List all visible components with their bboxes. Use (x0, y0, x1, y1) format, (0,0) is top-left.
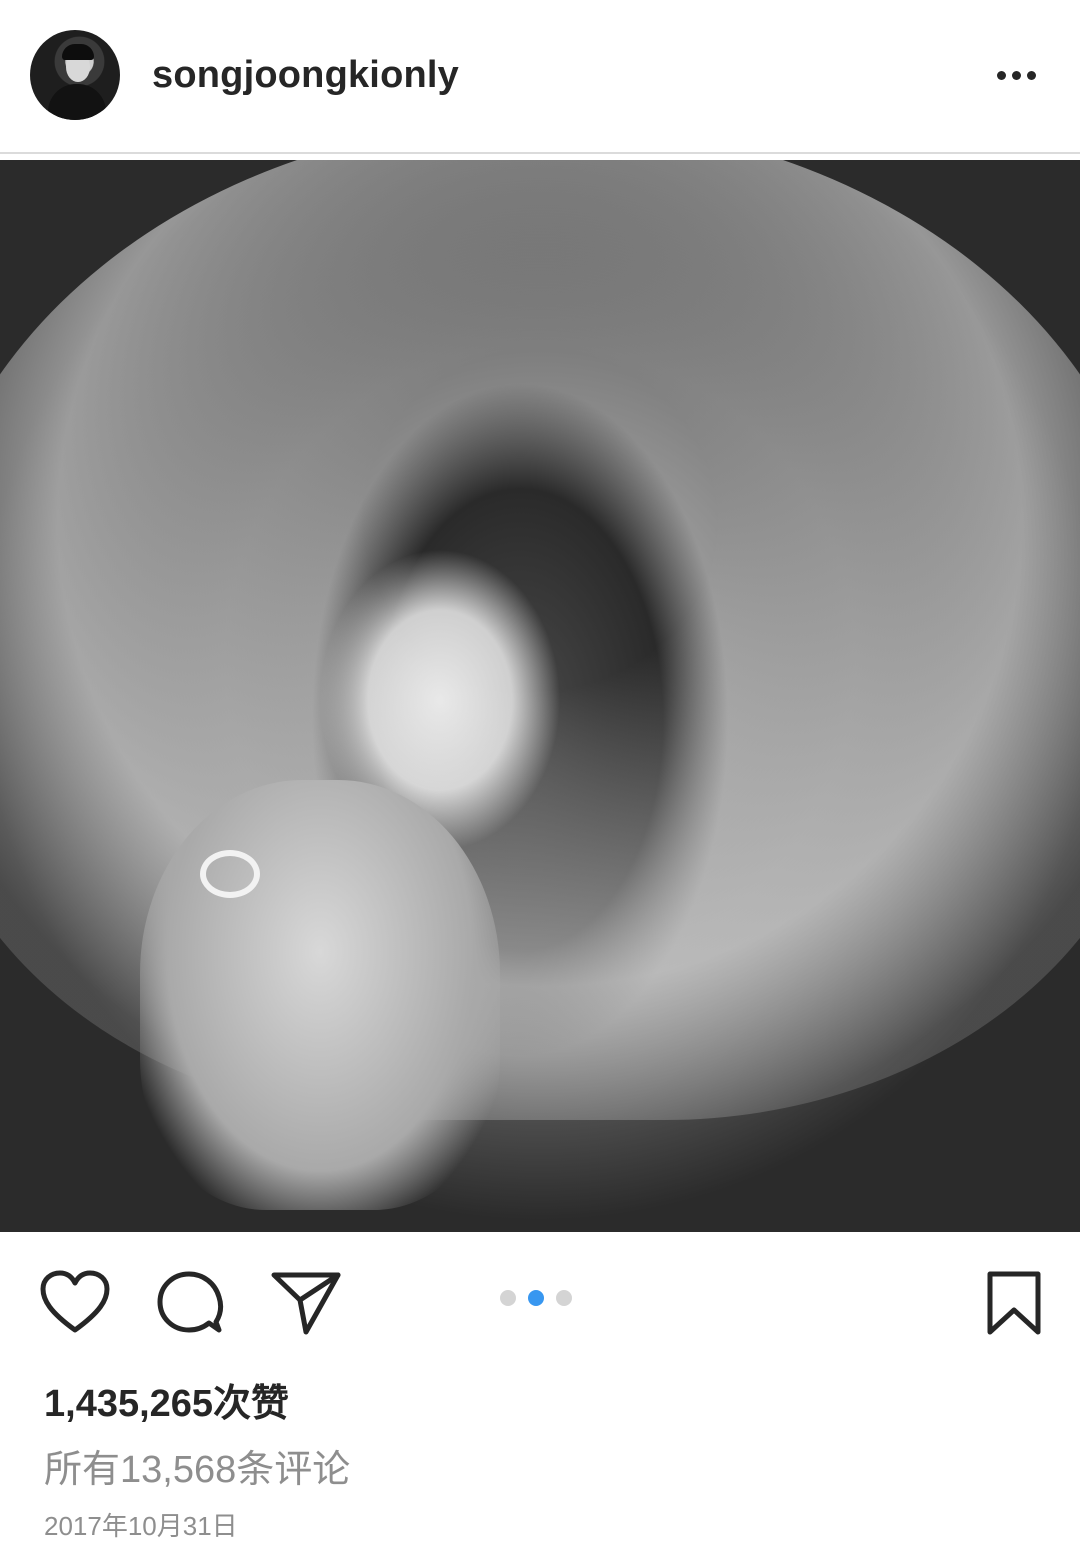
avatar-silhouette (48, 84, 106, 120)
share-button[interactable] (270, 1270, 342, 1341)
more-horizontal-icon (996, 70, 1006, 80)
header-divider (0, 152, 1080, 154)
speech-bubble-icon (157, 1271, 224, 1333)
like-button[interactable] (40, 1270, 110, 1339)
photo-hand (140, 780, 500, 1210)
carousel-dot-2 (528, 1290, 544, 1306)
more-options-button[interactable] (986, 58, 1046, 92)
avatar[interactable] (30, 30, 120, 120)
comment-button[interactable] (156, 1270, 224, 1341)
post-photo[interactable] (0, 160, 1080, 1232)
carousel-dot-3 (556, 1290, 572, 1306)
likes-count[interactable]: 1,435,265次赞 (44, 1372, 289, 1427)
photo-ring (200, 850, 260, 898)
heart-icon (40, 1270, 110, 1333)
post-date: 2017年10月31日 (44, 1511, 238, 1541)
post-header: songjoongkionly (0, 0, 1080, 152)
carousel-indicator (500, 1290, 572, 1306)
carousel-dot-1 (500, 1290, 516, 1306)
more-horizontal-icon (1026, 70, 1036, 80)
action-bar (0, 1232, 1080, 1362)
bookmark-icon (987, 1271, 1041, 1335)
save-button[interactable] (984, 1270, 1044, 1341)
username[interactable]: songjoongkionly (152, 54, 459, 97)
more-horizontal-icon (1011, 70, 1021, 80)
paper-plane-icon (271, 1272, 341, 1335)
avatar-hair (62, 44, 94, 60)
view-all-comments-link[interactable]: 所有13,568条评论 (44, 1438, 350, 1493)
